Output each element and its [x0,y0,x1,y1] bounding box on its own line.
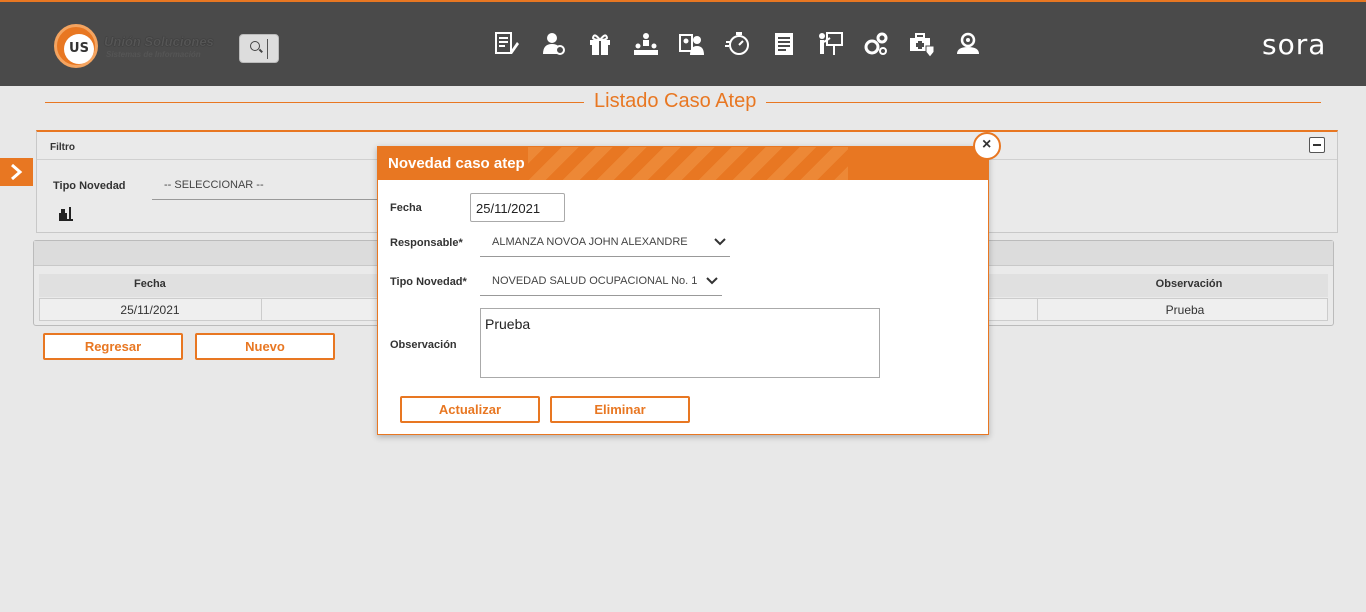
gift-icon[interactable] [586,30,614,58]
top-bar: US Unión Soluciones Sistemas de Informac… [0,0,1366,86]
tipo-novedad-select[interactable]: -- SELECCIONAR -- [152,172,382,200]
medical-kit-icon[interactable] [908,30,936,58]
presentation-icon[interactable] [816,30,844,58]
responsable-label: Responsable* [390,237,463,249]
tipo-novedad-modal-select[interactable]: NOVEDAD SALUD OCUPACIONAL No. 1 [480,268,722,296]
sora-brand-logo: sora [1262,28,1327,61]
filter-title: Filtro [50,142,75,153]
tipo-novedad-modal-label: Tipo Novedad* [390,276,467,288]
search-button[interactable] [239,34,279,63]
close-icon: × [982,136,992,153]
collapse-button[interactable] [1309,137,1325,153]
regresar-button[interactable]: Regresar [43,333,183,360]
responsable-select[interactable]: ALMANZA NOVOA JOHN ALEXANDRE [480,229,730,257]
logo-name: Unión Soluciones [104,34,214,49]
stopwatch-icon[interactable] [724,30,752,58]
logo-circle: US [54,24,98,68]
responsable-value: ALMANZA NOVOA JOHN ALEXANDRE [492,236,688,248]
page-title: Listado Caso Atep [584,90,767,113]
header-pattern [528,147,848,180]
search-divider [267,39,268,59]
search-icon [250,41,260,51]
support-person-icon[interactable] [954,30,982,58]
logo-badge: US [64,34,94,64]
report-icon[interactable] [770,30,798,58]
org-chart-icon[interactable] [632,30,660,58]
modal-header: Novedad caso atep [378,147,988,180]
clear-filter-icon[interactable] [57,206,73,222]
user-badge-icon[interactable] [540,30,568,58]
chevron-down-icon [706,277,718,285]
company-logo[interactable]: US Unión Soluciones Sistemas de Informac… [54,24,224,68]
observacion-label: Observación [390,339,457,351]
chevron-down-icon [714,238,726,246]
tipo-novedad-value: NOVEDAD SALUD OCUPACIONAL No. 1 [492,275,698,287]
observacion-textarea[interactable]: Prueba [480,308,880,378]
modal-close-button[interactable]: × [973,132,1001,160]
fecha-label: Fecha [390,202,422,214]
edit-document-icon[interactable] [492,30,520,58]
column-header-observacion[interactable]: Observación [1134,278,1244,290]
logo-tagline: Sistemas de Información [106,50,201,59]
cell-divider [1037,299,1038,320]
tipo-novedad-label: Tipo Novedad [53,180,126,192]
user-id-card-icon[interactable] [678,30,706,58]
nuevo-button[interactable]: Nuevo [195,333,335,360]
actualizar-button[interactable]: Actualizar [400,396,540,423]
eliminar-button[interactable]: Eliminar [550,396,690,423]
cell-divider [261,299,262,320]
fecha-input[interactable]: 25/11/2021 [470,193,565,222]
modal-title: Novedad caso atep [388,155,525,172]
novedad-modal: Novedad caso atep Fecha 25/11/2021 Respo… [377,146,989,435]
column-header-fecha[interactable]: Fecha [134,278,166,290]
cell-observacion: Prueba [1165,303,1205,317]
sidebar-toggle[interactable] [0,158,33,186]
gears-icon[interactable] [862,30,890,58]
cell-fecha: 25/11/2021 [120,303,180,317]
chevron-right-icon [11,164,23,180]
